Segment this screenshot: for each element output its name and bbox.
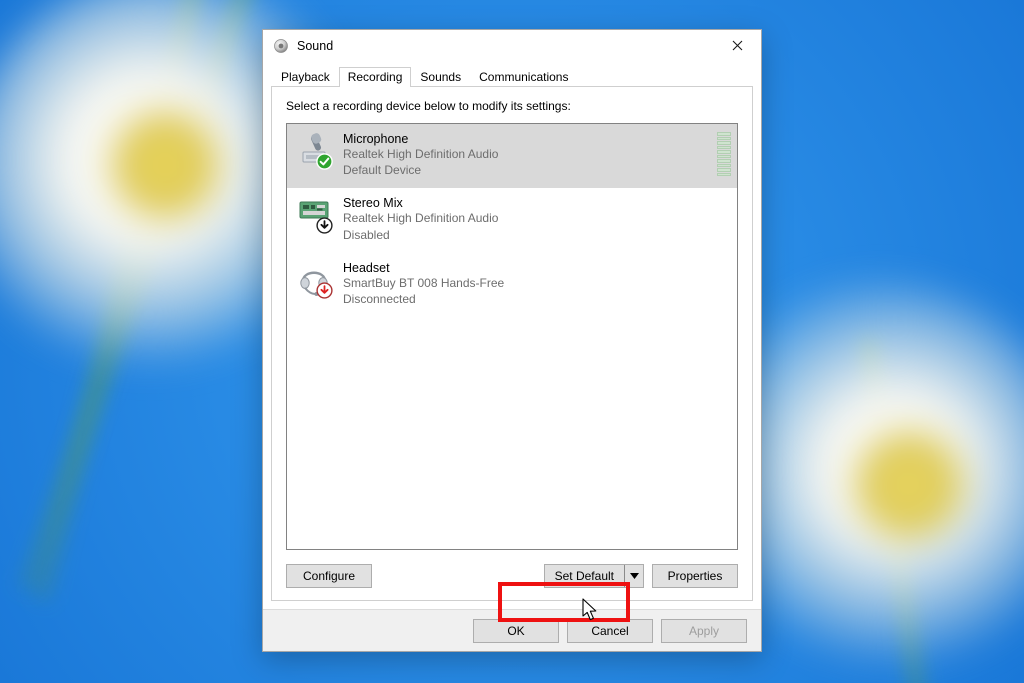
device-driver: Realtek High Definition Audio [343, 210, 498, 226]
titlebar[interactable]: Sound [263, 30, 761, 62]
set-default-dropdown[interactable] [625, 565, 643, 587]
set-default-button-label[interactable]: Set Default [545, 565, 625, 587]
desktop-background: Sound Playback Recording Sounds Communic… [0, 0, 1024, 683]
recording-tabpanel: Select a recording device below to modif… [271, 86, 753, 601]
dialog-button-bar: OK Cancel Apply [263, 609, 761, 651]
disabled-badge-icon [316, 217, 333, 234]
window-title: Sound [297, 39, 333, 53]
device-name: Microphone [343, 132, 498, 146]
default-device-check-icon [316, 153, 333, 170]
device-status: Default Device [343, 162, 498, 178]
chevron-down-icon [630, 573, 639, 579]
microphone-icon [297, 132, 331, 168]
disconnected-badge-icon [316, 282, 333, 299]
tabpanel-button-row: Configure Set Default Properties [286, 564, 738, 588]
device-item-microphone[interactable]: Microphone Realtek High Definition Audio… [287, 124, 737, 188]
configure-button[interactable]: Configure [286, 564, 372, 588]
vu-meter [717, 132, 731, 176]
tab-communications[interactable]: Communications [470, 67, 577, 87]
device-status: Disabled [343, 227, 498, 243]
device-driver: SmartBuy BT 008 Hands-Free [343, 275, 504, 291]
recording-device-list[interactable]: Microphone Realtek High Definition Audio… [286, 123, 738, 550]
tab-sounds[interactable]: Sounds [411, 67, 470, 87]
set-default-split-button[interactable]: Set Default [544, 564, 644, 588]
device-status: Disconnected [343, 291, 504, 307]
properties-button[interactable]: Properties [652, 564, 738, 588]
soundcard-icon [297, 196, 331, 232]
tabstrip: Playback Recording Sounds Communications [271, 64, 753, 86]
headset-icon [297, 261, 331, 297]
tab-playback[interactable]: Playback [272, 67, 339, 87]
tab-recording[interactable]: Recording [339, 67, 412, 87]
device-item-headset[interactable]: Headset SmartBuy BT 008 Hands-Free Disco… [287, 253, 737, 317]
close-button[interactable] [715, 32, 759, 60]
apply-button[interactable]: Apply [661, 619, 747, 643]
ok-button[interactable]: OK [473, 619, 559, 643]
device-driver: Realtek High Definition Audio [343, 146, 498, 162]
sound-dialog-icon [273, 38, 289, 54]
device-item-stereo-mix[interactable]: Stereo Mix Realtek High Definition Audio… [287, 188, 737, 252]
device-name: Stereo Mix [343, 196, 498, 210]
sound-dialog: Sound Playback Recording Sounds Communic… [262, 29, 762, 652]
instruction-text: Select a recording device below to modif… [286, 99, 738, 113]
device-name: Headset [343, 261, 504, 275]
cancel-button[interactable]: Cancel [567, 619, 653, 643]
dialog-client-area: Playback Recording Sounds Communications… [263, 62, 761, 609]
